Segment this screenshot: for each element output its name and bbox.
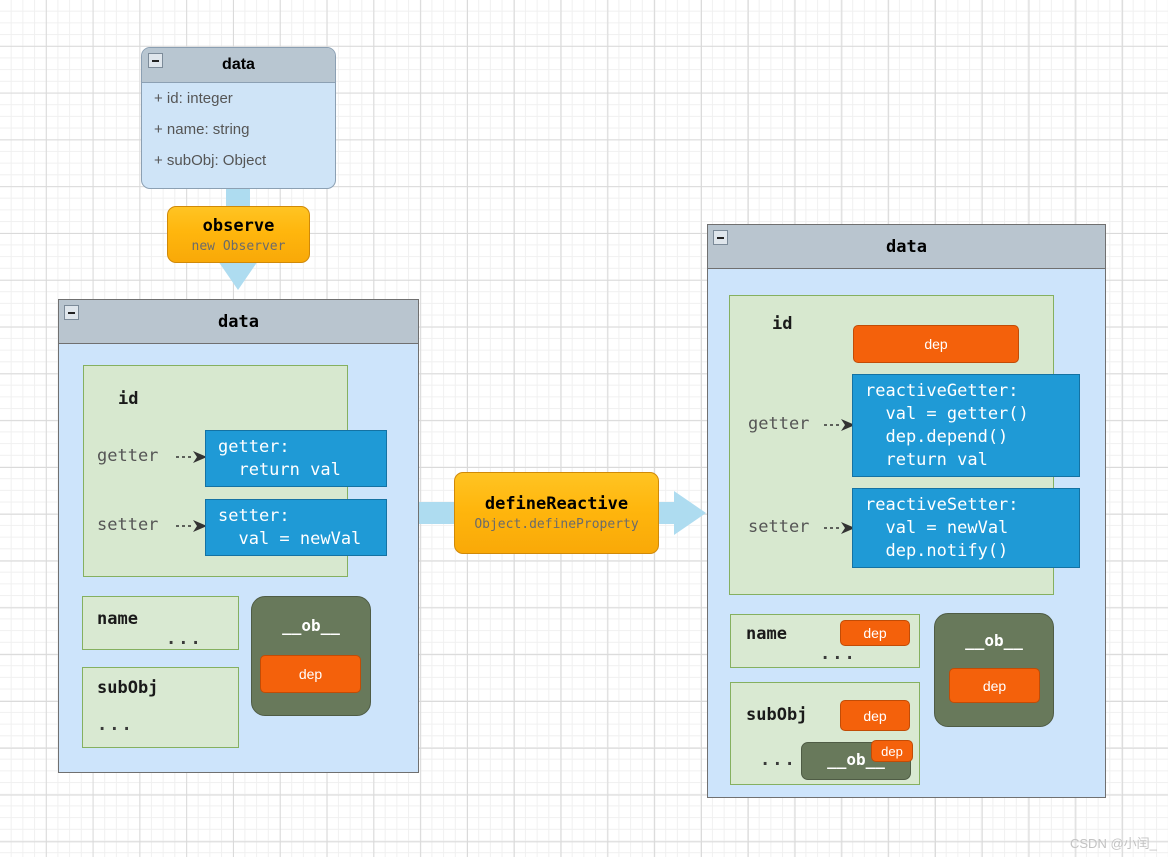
left-subobj-dots: ... bbox=[97, 715, 134, 735]
right-setter-code: reactiveSetter: val = newVal dep.notify(… bbox=[852, 488, 1080, 568]
define-reactive-action-box[interactable]: defineReactive Object.defineProperty bbox=[454, 472, 659, 554]
right-data-header: data bbox=[708, 225, 1105, 269]
left-getter-label: getter bbox=[97, 446, 159, 466]
diagram-canvas: data + id: integer + name: string + subO… bbox=[0, 0, 1168, 857]
watermark: CSDN @小闰_ bbox=[1070, 836, 1157, 851]
left-subobj-label: subObj bbox=[97, 678, 159, 698]
minus-icon[interactable] bbox=[713, 230, 728, 245]
uml-attribute-row: + name: string bbox=[154, 121, 250, 138]
observe-action-box[interactable]: observe new Observer bbox=[167, 206, 310, 263]
right-subobj-label: subObj bbox=[746, 705, 808, 725]
uml-class-data: data + id: integer + name: string + subO… bbox=[141, 47, 336, 189]
left-getter-code: getter: return val bbox=[205, 430, 387, 487]
left-data-header: data bbox=[59, 300, 418, 344]
left-setter-label: setter bbox=[97, 515, 159, 535]
define-reactive-subtitle: Object.defineProperty bbox=[474, 517, 639, 532]
minus-icon[interactable] bbox=[64, 305, 79, 320]
uml-class-title: data bbox=[222, 56, 255, 73]
left-data-title: data bbox=[218, 311, 259, 332]
observe-action-subtitle: new Observer bbox=[191, 238, 286, 254]
left-id-name: id bbox=[118, 389, 139, 409]
right-observer-label: __ob__ bbox=[965, 631, 1023, 650]
right-id-name: id bbox=[772, 314, 793, 334]
left-observer-label: __ob__ bbox=[282, 616, 340, 635]
right-name-label: name bbox=[746, 624, 787, 644]
uml-class-header: data bbox=[142, 48, 335, 83]
left-name-dots: ... bbox=[166, 629, 203, 649]
left-observer-dep-chip[interactable]: dep bbox=[260, 655, 361, 693]
right-subobj-observer-dep-chip[interactable]: dep bbox=[871, 740, 913, 762]
define-reactive-title: defineReactive bbox=[484, 494, 629, 514]
right-subobj-dep-chip[interactable]: dep bbox=[840, 700, 910, 731]
left-getter-connector bbox=[176, 451, 207, 463]
right-data-title: data bbox=[886, 236, 927, 257]
left-setter-connector bbox=[176, 520, 207, 532]
uml-attribute-row: + id: integer bbox=[154, 90, 233, 107]
right-name-dep-chip[interactable]: dep bbox=[840, 620, 910, 646]
right-id-dep-chip[interactable]: dep bbox=[853, 325, 1019, 363]
left-name-label: name bbox=[97, 609, 138, 629]
right-getter-code: reactiveGetter: val = getter() dep.depen… bbox=[852, 374, 1080, 477]
right-observer-dep-chip[interactable]: dep bbox=[949, 668, 1040, 703]
left-setter-code: setter: val = newVal bbox=[205, 499, 387, 556]
right-subobj-dots: ... bbox=[760, 750, 797, 770]
uml-attribute-row: + subObj: Object bbox=[154, 152, 267, 169]
right-name-dots: ... bbox=[820, 644, 857, 664]
right-getter-label: getter bbox=[748, 414, 810, 434]
minus-icon[interactable] bbox=[148, 53, 163, 68]
observe-action-title: observe bbox=[202, 215, 275, 236]
right-setter-label: setter bbox=[748, 517, 810, 537]
